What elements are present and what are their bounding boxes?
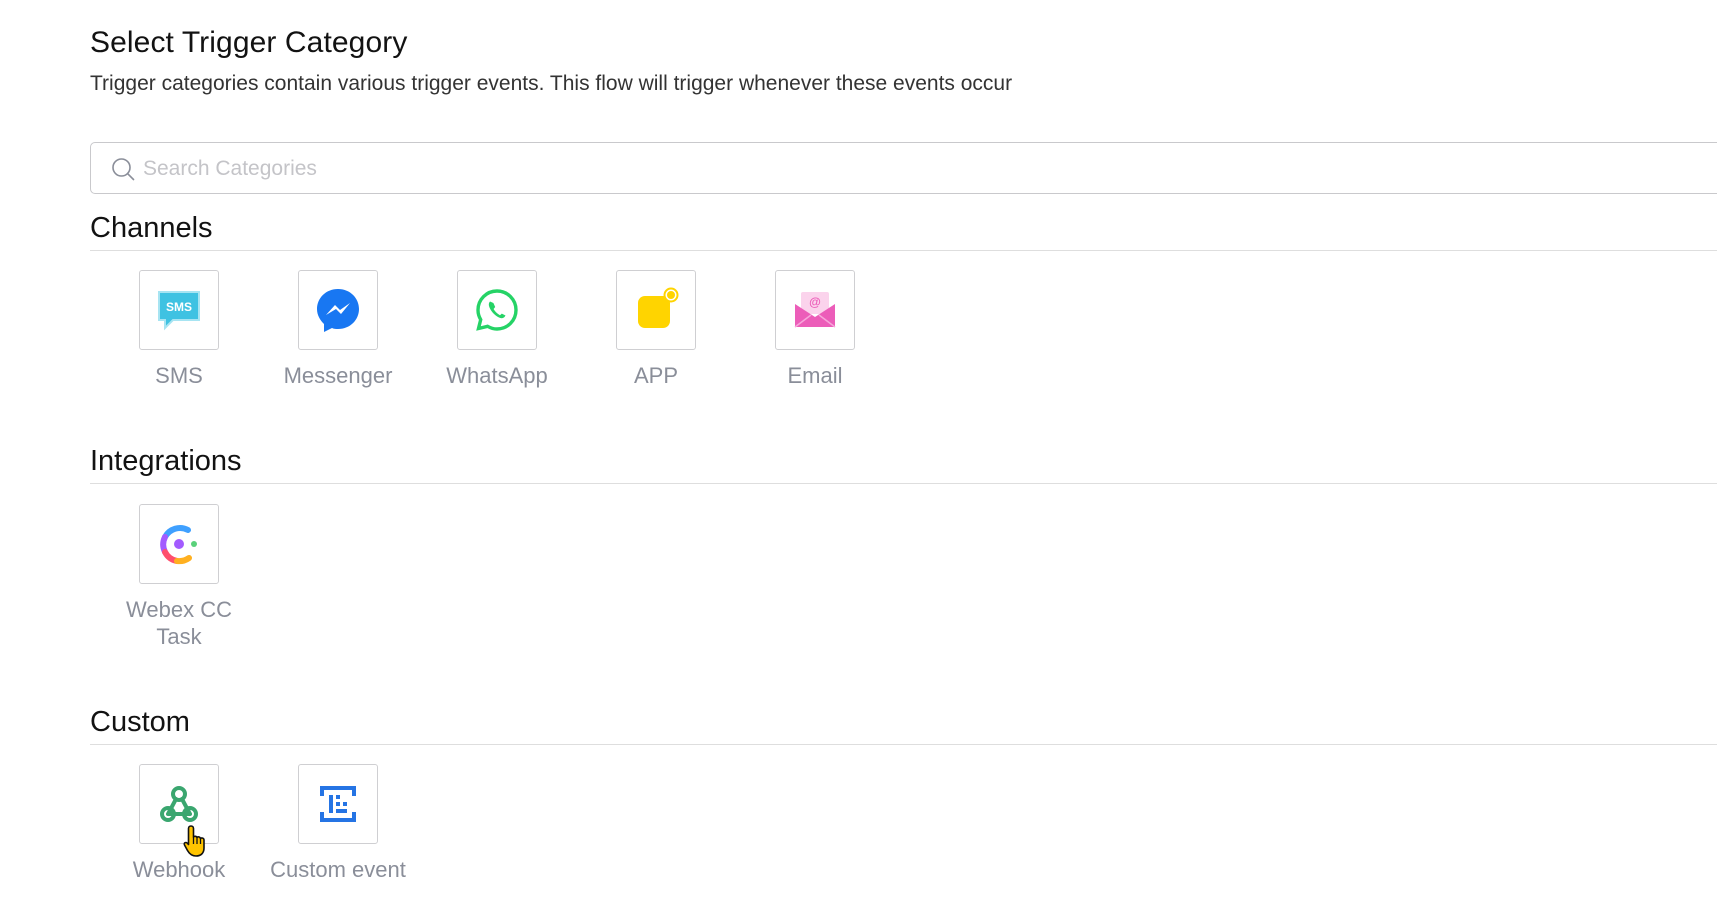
section-title: Custom: [90, 706, 190, 738]
tile-icon-box: [139, 504, 219, 584]
tile-icon-box: [298, 270, 378, 350]
tile-label: Email: [787, 363, 843, 388]
tile-label: Webhook: [132, 857, 226, 882]
tile-app[interactable]: APP: [576, 270, 736, 389]
tile-icon-box: [139, 764, 219, 844]
tile-label: SMS: [155, 363, 203, 388]
svg-text:SMS: SMS: [166, 300, 192, 314]
page-subtitle: Trigger categories contain various trigg…: [90, 72, 1013, 95]
tile-icon-box: [616, 270, 696, 350]
tile-icon-box: SMS: [139, 270, 219, 350]
tile-custom-event[interactable]: Custom event: [258, 764, 418, 883]
tile-label: APP: [633, 363, 679, 388]
search-box: [90, 142, 1717, 194]
tile-sms[interactable]: SMS SMS: [99, 270, 259, 389]
custom-event-icon: [320, 786, 356, 822]
tile-whatsapp[interactable]: WhatsApp: [417, 270, 577, 389]
email-icon: @: [794, 292, 836, 328]
webex-cc-icon: [160, 525, 197, 565]
search-input[interactable]: [143, 149, 1643, 189]
tile-icon-box: [457, 270, 537, 350]
tile-webhook[interactable]: Webhook: [99, 764, 259, 883]
tile-icon-box: @: [775, 270, 855, 350]
tile-label: WhatsApp: [446, 363, 548, 388]
svg-text:@: @: [809, 295, 821, 309]
tile-label: Custom event: [270, 857, 406, 882]
messenger-icon: [317, 289, 359, 332]
tile-label: Messenger: [283, 363, 393, 388]
divider: [90, 483, 1717, 484]
app-icon: [638, 287, 679, 328]
tile-webex-cc-task[interactable]: Webex CC Task: [99, 504, 259, 650]
divider: [90, 744, 1717, 745]
tile-icon-box: [298, 764, 378, 844]
tile-email[interactable]: @ Email: [735, 270, 895, 389]
section-channels: Channels: [90, 209, 1717, 251]
webhook-icon: [160, 786, 198, 822]
section-title: Channels: [90, 212, 213, 244]
section-title: Integrations: [90, 445, 242, 477]
whatsapp-icon: [476, 289, 518, 331]
page-title: Select Trigger Category: [90, 26, 408, 59]
divider: [90, 250, 1717, 251]
tile-messenger[interactable]: Messenger: [258, 270, 418, 389]
section-custom: Custom: [90, 703, 1717, 745]
tile-label: Webex CC Task: [126, 597, 232, 649]
sms-icon: SMS: [158, 291, 200, 331]
section-integrations: Integrations: [90, 442, 1717, 484]
trigger-category-page: Select Trigger Category Trigger categori…: [90, 0, 1717, 924]
search-icon: [112, 158, 135, 181]
